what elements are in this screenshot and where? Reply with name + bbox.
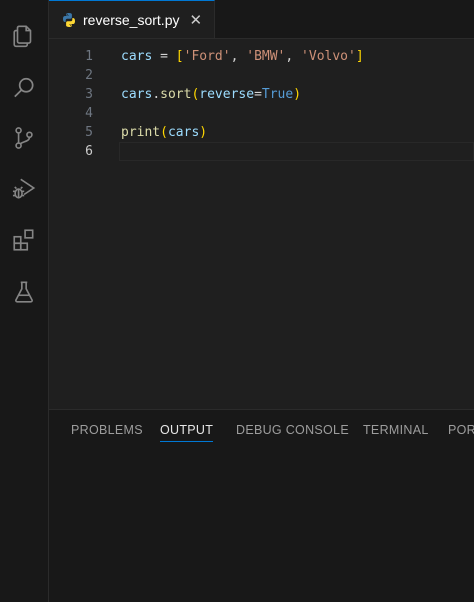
line-number: 6 <box>85 144 93 159</box>
source-control-icon[interactable] <box>8 122 40 154</box>
line-number: 3 <box>85 87 93 102</box>
code-token: , <box>230 49 247 64</box>
editor-tab-bar: reverse_sort.py ✕ <box>49 0 474 39</box>
code-token: 'Volvo' <box>301 49 356 64</box>
code-text: cars = ['Ford', 'BMW', 'Volvo'] <box>121 47 364 66</box>
bottom-panel: PROBLEMS OUTPUT DEBUG CONSOLE TERMINAL PORTS <box>49 409 474 602</box>
line-number: 2 <box>85 68 93 83</box>
line-number: 5 <box>85 125 93 140</box>
code-line[interactable]: 2 <box>49 66 474 85</box>
code-token: 'Ford' <box>183 49 231 64</box>
line-number: 1 <box>85 49 93 64</box>
code-token: cars <box>121 49 153 64</box>
close-icon[interactable]: ✕ <box>189 11 202 29</box>
code-text: print(cars) <box>121 123 207 142</box>
code-token: = <box>152 49 176 64</box>
tab-filename: reverse_sort.py <box>83 11 180 28</box>
code-token: ) <box>199 125 208 140</box>
activity-bar <box>0 0 49 602</box>
code-editor[interactable]: 1 cars = ['Ford', 'BMW', 'Volvo'] 2 3 cars.s… <box>49 39 474 409</box>
code-token: sort <box>160 87 192 102</box>
extensions-icon[interactable] <box>8 224 40 256</box>
run-debug-icon[interactable] <box>8 172 40 204</box>
code-token: = <box>254 87 262 102</box>
code-line[interactable]: 1 cars = ['Ford', 'BMW', 'Volvo'] <box>49 47 474 66</box>
code-token: reverse <box>199 87 255 102</box>
code-token: cars <box>167 125 200 140</box>
search-icon[interactable] <box>8 72 40 104</box>
panel-tab-terminal[interactable]: TERMINAL <box>363 423 429 437</box>
code-line[interactable]: 4 <box>49 104 474 123</box>
python-file-icon <box>63 12 75 27</box>
panel-tab-ports[interactable]: PORTS <box>448 423 474 437</box>
code-token: , <box>285 49 302 64</box>
code-text: cars.sort(reverse=True) <box>121 85 301 104</box>
code-token: . <box>152 87 161 102</box>
active-tab-indicator <box>160 441 213 442</box>
code-token: cars <box>121 87 153 102</box>
code-token: 'BMW' <box>246 49 286 64</box>
code-token: ) <box>293 87 302 102</box>
code-token: ] <box>355 49 364 64</box>
panel-tab-output[interactable]: OUTPUT <box>160 423 213 437</box>
code-line[interactable]: 6 <box>49 142 474 161</box>
code-token: [ <box>175 49 184 64</box>
code-line[interactable]: 3 cars.sort(reverse=True) <box>49 85 474 104</box>
panel-tab-debug-console[interactable]: DEBUG CONSOLE <box>236 423 349 437</box>
code-line[interactable]: 5 print(cars) <box>49 123 474 142</box>
code-token: ( <box>160 125 168 140</box>
files-icon[interactable] <box>8 20 40 52</box>
code-token: print <box>121 125 161 140</box>
testing-icon[interactable] <box>8 276 40 308</box>
line-number: 4 <box>85 106 93 121</box>
panel-tab-problems[interactable]: PROBLEMS <box>71 423 143 437</box>
current-line-highlight <box>119 142 474 161</box>
tab-reverse-sort[interactable]: reverse_sort.py ✕ <box>49 0 215 38</box>
code-token: True <box>261 87 294 102</box>
